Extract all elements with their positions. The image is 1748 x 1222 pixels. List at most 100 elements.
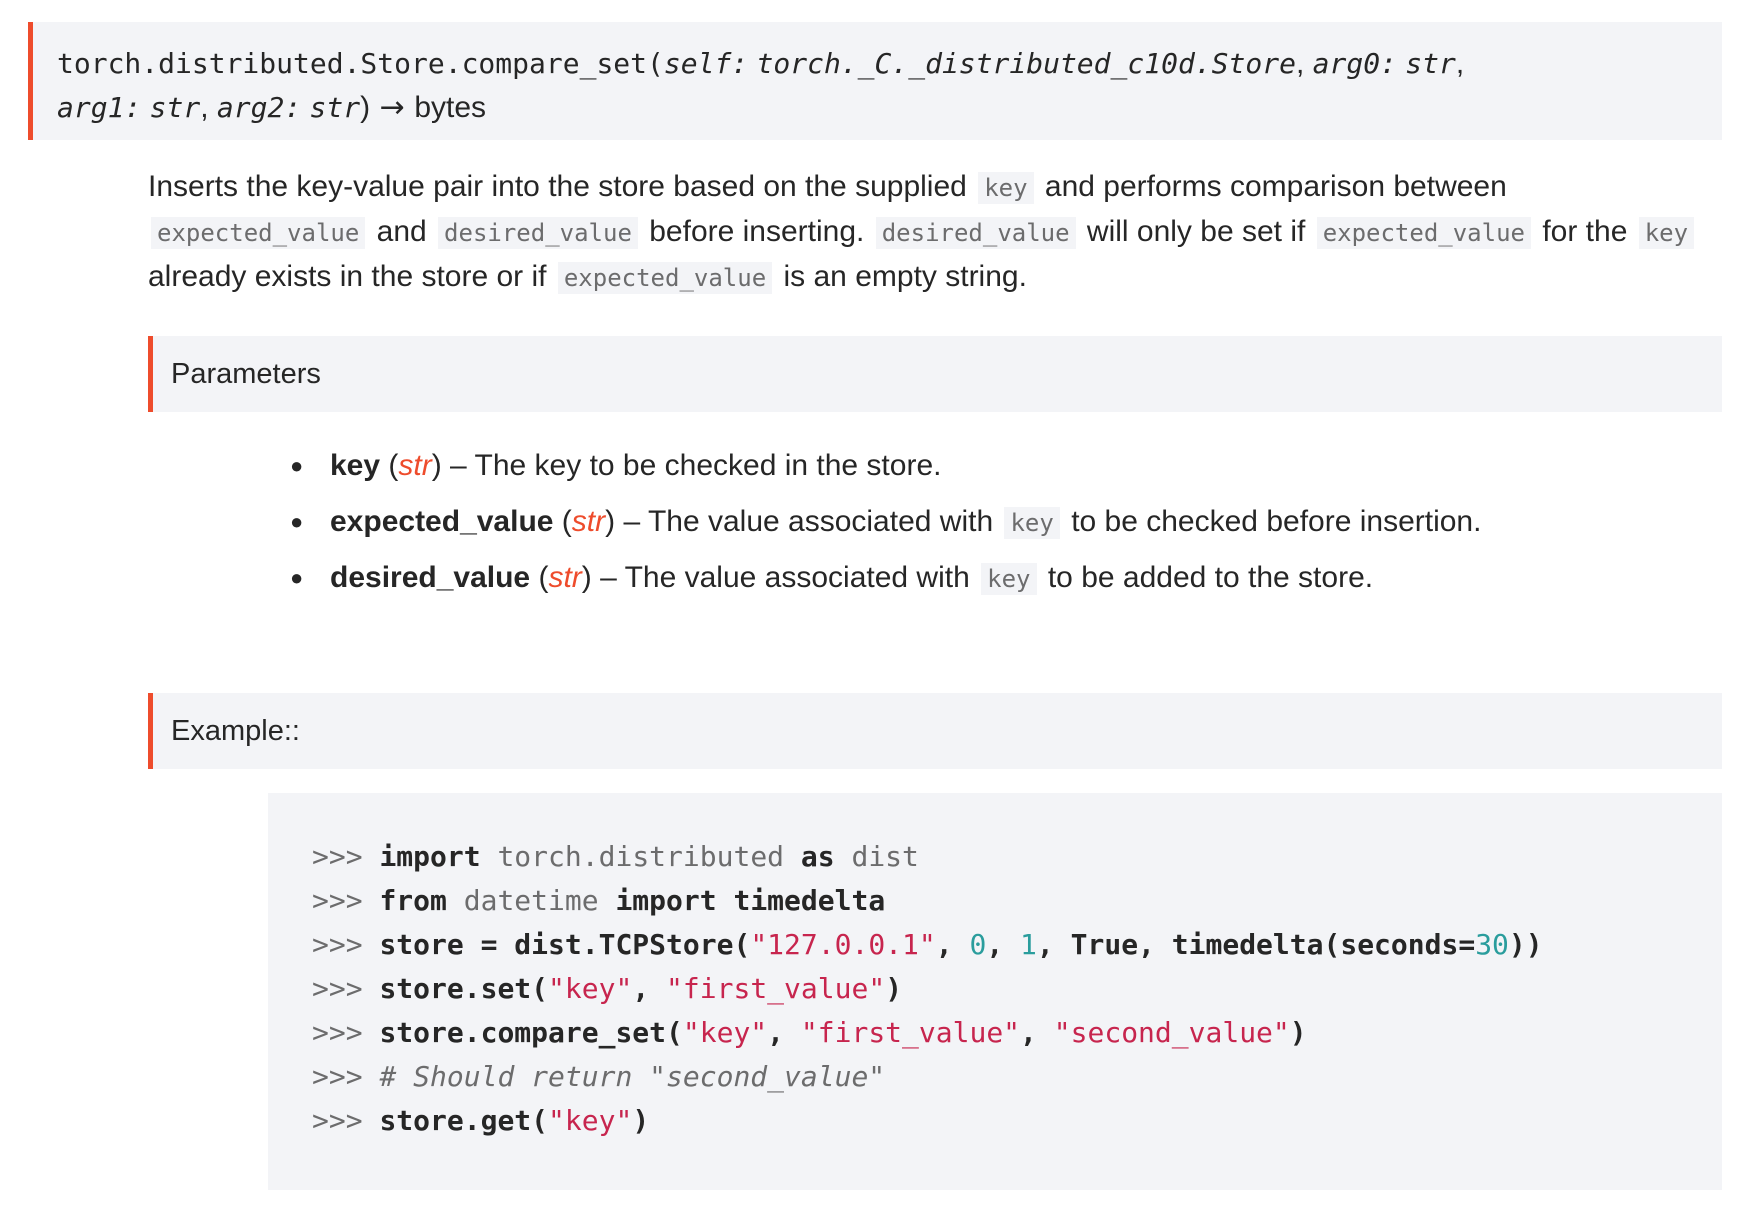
string-literal: "key" bbox=[548, 972, 633, 1005]
string-literal: "127.0.0.1" bbox=[750, 928, 936, 961]
parameter-item: ● key (str) – The key to be checked in t… bbox=[290, 438, 1481, 494]
code-block: >>> import torch.distributed as dist >>>… bbox=[268, 793, 1722, 1190]
prompt: >>> bbox=[312, 884, 380, 917]
parameter-description: to be checked before insertion. bbox=[1071, 505, 1482, 538]
param-self-name: self: bbox=[663, 47, 749, 80]
code-text: store.get( bbox=[379, 1104, 549, 1137]
return-arrow: → bbox=[370, 90, 415, 125]
open-paren: ( bbox=[647, 47, 664, 80]
bullet-icon: ● bbox=[290, 453, 304, 478]
prompt: >>> bbox=[312, 928, 380, 961]
code-text: , bbox=[1020, 1016, 1054, 1049]
parameter-item: ● expected_value (str) – The value assoc… bbox=[290, 494, 1481, 550]
code-line: >>> from datetime import timedelta bbox=[312, 879, 1722, 923]
prompt: >>> bbox=[312, 1060, 380, 1093]
code-text: , True, timedelta(seconds= bbox=[1036, 928, 1476, 961]
parameter-description: to be added to the store. bbox=[1047, 561, 1374, 594]
param-arg0-type: str bbox=[1405, 47, 1456, 80]
string-literal: "first_value" bbox=[666, 972, 886, 1005]
inline-code: key bbox=[1638, 217, 1695, 249]
inline-code: expected_value bbox=[557, 262, 773, 294]
prompt: >>> bbox=[312, 972, 380, 1005]
code-line: >>> store.get("key") bbox=[312, 1099, 1722, 1143]
param-self-type: torch._C._distributed_c10d.Store bbox=[756, 47, 1296, 80]
module-name: datetime bbox=[463, 884, 599, 917]
identifier: timedelta bbox=[733, 884, 886, 917]
code-text: , bbox=[935, 928, 970, 961]
inline-code: desired_value bbox=[438, 217, 638, 249]
number-literal: 0 bbox=[969, 928, 987, 961]
parameter-type-link[interactable]: str bbox=[548, 561, 581, 594]
module-name: torch.distributed bbox=[497, 840, 785, 873]
close-paren: ) bbox=[360, 91, 371, 124]
description-text: and bbox=[376, 215, 427, 248]
parameters-list: ● key (str) – The key to be checked in t… bbox=[290, 438, 1481, 606]
example-heading: Example:: bbox=[148, 693, 1722, 769]
parameters-heading-label: Parameters bbox=[171, 358, 321, 390]
parameters-heading: Parameters bbox=[148, 336, 1722, 412]
dash: – bbox=[591, 561, 625, 594]
code-text: ) bbox=[632, 1104, 650, 1137]
keyword: as bbox=[800, 840, 835, 873]
inline-code: desired_value bbox=[875, 217, 1076, 249]
code-text: )) bbox=[1508, 928, 1543, 961]
dash: – bbox=[441, 449, 475, 482]
return-type: bytes bbox=[414, 91, 487, 124]
number-literal: 1 bbox=[1020, 928, 1037, 961]
string-literal: "second_value" bbox=[1053, 1016, 1290, 1049]
inline-code: key bbox=[981, 563, 1037, 595]
keyword: import bbox=[615, 884, 717, 917]
code-line: >>> store = dist.TCPStore("127.0.0.1", 0… bbox=[312, 923, 1722, 967]
prompt: >>> bbox=[312, 1016, 380, 1049]
inline-code: key bbox=[978, 172, 1034, 204]
parameter-type-link[interactable]: str bbox=[572, 505, 605, 538]
module-name: dist bbox=[851, 840, 919, 873]
string-literal: "key" bbox=[682, 1016, 768, 1049]
code-text: , bbox=[632, 972, 667, 1005]
bullet-icon: ● bbox=[290, 509, 304, 534]
parameter-name: key bbox=[330, 449, 381, 482]
description-text: Inserts the key-value pair into the stor… bbox=[148, 170, 967, 203]
parameter-description: The value associated with bbox=[624, 561, 970, 594]
code-text: , bbox=[986, 928, 1021, 961]
parameter-name: desired_value bbox=[330, 561, 531, 594]
param-arg1-name: arg1: bbox=[57, 91, 142, 124]
number-literal: 30 bbox=[1475, 928, 1509, 961]
dash: – bbox=[615, 505, 648, 538]
code-line: >>> store.set("key", "first_value") bbox=[312, 967, 1722, 1011]
separator: , bbox=[1295, 47, 1313, 80]
parameter-name: expected_value bbox=[330, 505, 554, 538]
inline-code: expected_value bbox=[1316, 217, 1531, 249]
code-text: store.set( bbox=[379, 972, 549, 1005]
param-arg0-name: arg0: bbox=[1312, 47, 1397, 80]
code-text: store.compare_set( bbox=[379, 1016, 683, 1049]
string-literal: "key" bbox=[548, 1104, 633, 1137]
parameter-description: The key to be checked in the store. bbox=[474, 449, 942, 482]
prompt: >>> bbox=[312, 1104, 380, 1137]
param-arg1-type: str bbox=[149, 91, 201, 124]
code-line: >>> store.compare_set("key", "first_valu… bbox=[312, 1011, 1722, 1055]
code-text: ) bbox=[885, 972, 903, 1005]
inline-code: expected_value bbox=[151, 217, 366, 249]
separator: , bbox=[1455, 47, 1465, 80]
code-line: >>> # Should return "second_value" bbox=[312, 1055, 1722, 1099]
description: Inserts the key-value pair into the stor… bbox=[148, 165, 1728, 300]
keyword: from bbox=[379, 884, 447, 917]
prompt: >>> bbox=[312, 840, 380, 873]
example-heading-label: Example:: bbox=[171, 715, 300, 747]
code-text: ) bbox=[1289, 1016, 1307, 1049]
keyword: import bbox=[379, 840, 481, 873]
inline-code: key bbox=[1004, 507, 1060, 539]
description-text: before inserting. bbox=[649, 215, 865, 248]
function-signature: torch.distributed.Store.compare_set(self… bbox=[28, 22, 1722, 140]
function-name: torch.distributed.Store.compare_set bbox=[57, 47, 648, 80]
description-text: is an empty string. bbox=[783, 260, 1027, 293]
code-line: >>> import torch.distributed as dist bbox=[312, 835, 1722, 879]
parameter-item: ● desired_value (str) – The value associ… bbox=[290, 550, 1481, 606]
code-text: store = dist.TCPStore( bbox=[379, 928, 751, 961]
bullet-icon: ● bbox=[290, 565, 304, 590]
param-arg2-name: arg2: bbox=[216, 91, 302, 124]
code-text: , bbox=[767, 1016, 801, 1049]
parameter-type-link[interactable]: str bbox=[398, 449, 431, 482]
param-arg2-type: str bbox=[309, 91, 361, 124]
